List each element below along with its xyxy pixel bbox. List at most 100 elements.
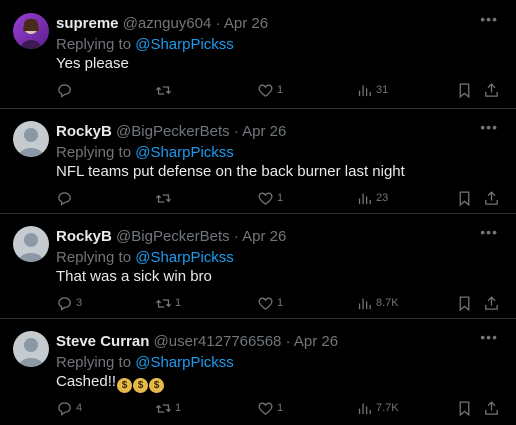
view-count: 7.7K xyxy=(376,402,399,414)
more-icon[interactable]: ••• xyxy=(480,12,498,26)
share-button[interactable] xyxy=(483,188,500,208)
separator-dot: · xyxy=(233,123,239,140)
tweet-text: Yes please xyxy=(56,55,129,72)
tweet-header: supreme @aznguy604 · Apr 26 xyxy=(56,15,268,33)
like-count: 1 xyxy=(277,402,284,414)
replying-to: Replying to @SharpPickss xyxy=(56,144,234,162)
tweet-header: Steve Curran @user4127766568 · Apr 26 xyxy=(56,333,338,351)
bookmark-button[interactable] xyxy=(456,398,473,418)
display-name[interactable]: Steve Curran xyxy=(56,333,149,350)
reply-button[interactable]: 3 xyxy=(56,293,82,313)
tweet-text: Cashed!! xyxy=(56,373,117,390)
views-button[interactable]: 23 xyxy=(356,188,388,208)
like-button[interactable]: 1 xyxy=(257,188,283,208)
avatar[interactable] xyxy=(13,226,49,262)
tweet-text: NFL teams put defense on the back burner… xyxy=(56,163,405,180)
reply-button[interactable]: 4 xyxy=(56,398,82,418)
share-button[interactable] xyxy=(483,398,500,418)
separator-dot: · xyxy=(215,15,221,32)
retweet-icon xyxy=(155,193,172,203)
replying-to-link[interactable]: @SharpPickss xyxy=(135,144,234,161)
reply-tweet[interactable]: RockyB @BigPeckerBets · Apr 26 ••• Reply… xyxy=(0,213,516,319)
bookmark-button[interactable] xyxy=(456,80,473,100)
share-button[interactable] xyxy=(483,293,500,313)
replying-prefix: Replying to xyxy=(56,354,136,371)
view-count: 8.7K xyxy=(376,297,399,309)
reply-icon xyxy=(58,401,71,416)
reply-count: 4 xyxy=(76,402,83,414)
bookmark-icon xyxy=(459,82,470,98)
share-icon xyxy=(485,295,498,310)
like-button[interactable]: 1 xyxy=(257,80,283,100)
reply-count: 3 xyxy=(76,297,83,309)
timestamp[interactable]: Apr 26 xyxy=(294,333,338,350)
like-count: 1 xyxy=(277,192,284,204)
timestamp[interactable]: Apr 26 xyxy=(224,15,268,32)
bookmark-icon xyxy=(459,190,470,206)
avatar[interactable] xyxy=(13,121,49,157)
display-name[interactable]: RockyB xyxy=(56,228,112,245)
timestamp[interactable]: Apr 26 xyxy=(242,228,286,245)
reply-tweet[interactable]: Steve Curran @user4127766568 · Apr 26 ••… xyxy=(0,318,516,425)
more-icon[interactable]: ••• xyxy=(480,225,498,239)
reply-icon xyxy=(58,296,71,311)
views-icon xyxy=(358,85,371,96)
display-name[interactable]: RockyB xyxy=(56,123,112,140)
replying-to: Replying to @SharpPickss xyxy=(56,36,234,54)
reply-tweet[interactable]: supreme @aznguy604 · Apr 26 ••• Replying… xyxy=(0,0,516,109)
retweet-button[interactable] xyxy=(155,80,175,100)
retweet-button[interactable]: 1 xyxy=(155,398,181,418)
views-button[interactable]: 7.7K xyxy=(356,398,399,418)
more-icon[interactable]: ••• xyxy=(480,330,498,344)
views-button[interactable]: 31 xyxy=(356,80,388,100)
reply-feed: supreme @aznguy604 · Apr 26 ••• Replying… xyxy=(0,0,516,425)
timestamp[interactable]: Apr 26 xyxy=(242,123,286,140)
bookmark-icon xyxy=(459,400,470,416)
handle[interactable]: @BigPeckerBets xyxy=(116,123,230,140)
action-bar: 1 23 xyxy=(0,188,516,208)
like-count: 1 xyxy=(277,84,284,96)
reply-button[interactable] xyxy=(56,188,76,208)
retweet-button[interactable]: 1 xyxy=(155,293,181,313)
action-bar: 1 31 xyxy=(0,80,516,100)
views-icon xyxy=(358,193,371,204)
more-icon[interactable]: ••• xyxy=(480,120,498,134)
like-button[interactable]: 1 xyxy=(257,398,283,418)
retweet-button[interactable] xyxy=(155,188,175,208)
replying-to-link[interactable]: @SharpPickss xyxy=(135,249,234,266)
money-bag-icon: $ xyxy=(149,378,165,393)
replying-prefix: Replying to xyxy=(56,144,136,161)
share-button[interactable] xyxy=(483,80,500,100)
reply-tweet[interactable]: RockyB @BigPeckerBets · Apr 26 ••• Reply… xyxy=(0,108,516,214)
separator-dot: · xyxy=(285,333,291,350)
like-button[interactable]: 1 xyxy=(257,293,283,313)
replying-prefix: Replying to xyxy=(56,36,136,53)
default-avatar-icon xyxy=(18,128,44,157)
default-avatar-icon xyxy=(18,338,44,367)
share-icon xyxy=(485,400,498,415)
handle[interactable]: @aznguy604 xyxy=(123,15,212,32)
retweet-icon xyxy=(155,403,172,413)
handle[interactable]: @BigPeckerBets xyxy=(116,228,230,245)
like-icon xyxy=(258,402,273,415)
avatar[interactable] xyxy=(13,13,49,49)
replying-to-link[interactable]: @SharpPickss xyxy=(135,36,234,53)
bookmark-button[interactable] xyxy=(456,293,473,313)
handle[interactable]: @user4127766568 xyxy=(154,333,282,350)
tweet-text-row: Cashed!! $ $ $ xyxy=(56,373,165,393)
views-icon xyxy=(358,403,371,414)
money-bag-icon: $ xyxy=(133,378,149,393)
display-name[interactable]: supreme xyxy=(56,15,119,32)
reply-icon xyxy=(58,83,71,98)
views-button[interactable]: 8.7K xyxy=(356,293,399,313)
bookmark-button[interactable] xyxy=(456,188,473,208)
views-icon xyxy=(358,298,371,309)
reply-button[interactable] xyxy=(56,80,76,100)
retweet-count: 1 xyxy=(175,297,182,309)
replying-to-link[interactable]: @SharpPickss xyxy=(135,354,234,371)
replying-to: Replying to @SharpPickss xyxy=(56,249,234,267)
replying-to: Replying to @SharpPickss xyxy=(56,354,234,372)
replying-prefix: Replying to xyxy=(56,249,136,266)
reply-icon xyxy=(58,191,71,206)
avatar[interactable] xyxy=(13,331,49,367)
